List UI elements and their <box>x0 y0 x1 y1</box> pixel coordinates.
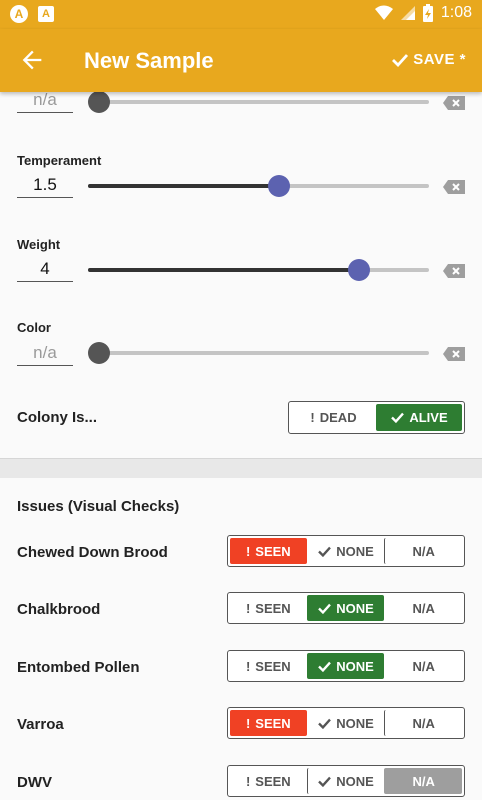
weight-slider-thumb[interactable] <box>348 259 371 281</box>
slider-value[interactable]: n/a <box>17 92 73 113</box>
na-option[interactable]: N/A <box>384 710 462 736</box>
none-label: NONE <box>336 658 374 674</box>
issue-toggle[interactable]: ! SEEN NONE N/A <box>227 535 465 567</box>
exclamation-icon: ! <box>245 543 251 559</box>
na-option[interactable]: N/A <box>384 538 462 564</box>
check-icon <box>392 53 409 67</box>
issues-title: Issues (Visual Checks) <box>17 498 180 515</box>
na-label: N/A <box>412 715 435 731</box>
na-label: N/A <box>412 773 435 789</box>
issue-label: DWV <box>17 774 52 791</box>
cell-signal-icon <box>400 6 415 20</box>
slider-track[interactable] <box>88 92 429 113</box>
none-label: NONE <box>336 600 374 616</box>
measurements-section: n/a Temperament 1.5 Weight 4 Color n/a C… <box>0 92 482 458</box>
seen-option[interactable]: ! SEEN <box>230 710 307 736</box>
app-bar: New Sample SAVE * <box>0 29 482 92</box>
temperament-slider-track[interactable] <box>88 175 429 197</box>
colony-dead-label: DEAD <box>319 410 357 425</box>
section-divider <box>0 458 482 478</box>
page-title: New Sample <box>84 48 214 73</box>
issue-toggle[interactable]: ! SEEN NONE N/A <box>227 592 465 624</box>
clear-icon[interactable] <box>443 96 465 110</box>
clear-icon[interactable] <box>443 264 465 278</box>
seen-option[interactable]: ! SEEN <box>230 595 307 621</box>
exclamation-icon: ! <box>245 600 251 616</box>
issue-label: Entombed Pollen <box>17 659 140 676</box>
color-label: Color <box>17 320 51 335</box>
na-option[interactable]: N/A <box>384 653 462 679</box>
temperament-value[interactable]: 1.5 <box>17 174 73 198</box>
issue-toggle[interactable]: ! SEEN NONE N/A <box>227 765 465 797</box>
seen-option[interactable]: ! SEEN <box>230 653 307 679</box>
exclamation-icon: ! <box>245 773 251 789</box>
colony-alive-label: ALIVE <box>409 410 448 425</box>
none-option[interactable]: NONE <box>307 710 385 736</box>
temperament-slider-fill <box>88 184 279 188</box>
status-left-icons: A A <box>10 5 54 23</box>
na-label: N/A <box>412 543 435 559</box>
arrow-back-icon[interactable] <box>18 46 46 74</box>
battery-charging-icon <box>422 4 433 22</box>
colony-label: Colony Is... <box>17 409 98 426</box>
check-icon <box>318 546 332 557</box>
colony-dead-option[interactable]: ! DEAD <box>291 404 376 431</box>
check-icon <box>318 776 332 787</box>
seen-label: SEEN <box>255 715 291 731</box>
wifi-icon <box>374 5 393 20</box>
none-option[interactable]: NONE <box>307 538 385 564</box>
issue-toggle[interactable]: ! SEEN NONE N/A <box>227 707 465 739</box>
status-right-icons: 1:08 <box>374 4 472 22</box>
none-label: NONE <box>336 543 374 559</box>
exclamation-icon: ! <box>245 658 251 674</box>
none-option[interactable]: NONE <box>306 653 385 679</box>
na-option[interactable]: N/A <box>384 768 463 794</box>
check-icon <box>318 718 332 729</box>
status-bar: A A 1:08 <box>0 0 482 29</box>
status-time: 1:08 <box>440 4 472 21</box>
weight-slider-track[interactable] <box>88 259 429 281</box>
seen-label: SEEN <box>255 658 291 674</box>
issue-label: Chewed Down Brood <box>17 544 168 561</box>
save-button-label: SAVE * <box>413 51 466 68</box>
save-button[interactable]: SAVE * <box>392 51 466 68</box>
colony-alive-option[interactable]: ALIVE <box>376 404 462 431</box>
temperament-label: Temperament <box>17 153 102 168</box>
none-option[interactable]: NONE <box>306 768 385 794</box>
colony-status-toggle[interactable]: ! DEAD ALIVE <box>288 401 465 434</box>
check-icon <box>318 603 332 614</box>
weight-label: Weight <box>17 237 61 252</box>
seen-label: SEEN <box>255 773 291 789</box>
temperament-slider-thumb[interactable] <box>267 175 290 197</box>
issue-toggle[interactable]: ! SEEN NONE N/A <box>227 650 465 682</box>
seen-option[interactable]: ! SEEN <box>230 768 307 794</box>
weight-value[interactable]: 4 <box>17 258 73 282</box>
issue-label: Chalkbrood <box>17 601 101 618</box>
app-notification-icon: A <box>10 5 28 23</box>
none-label: NONE <box>336 773 374 789</box>
issues-section: Issues (Visual Checks) Chewed Down Brood… <box>0 478 482 800</box>
seen-option[interactable]: ! SEEN <box>230 538 307 564</box>
slider-thumb[interactable] <box>88 92 110 113</box>
na-option[interactable]: N/A <box>384 595 462 621</box>
clear-icon[interactable] <box>443 347 465 361</box>
seen-label: SEEN <box>255 543 291 559</box>
exclamation-icon: ! <box>310 410 315 425</box>
color-slider-thumb[interactable] <box>88 342 110 364</box>
check-icon <box>391 412 405 423</box>
color-slider-track[interactable] <box>88 342 429 364</box>
exclamation-icon: ! <box>245 715 251 731</box>
weight-slider-fill <box>88 268 360 272</box>
clear-icon[interactable] <box>443 180 465 194</box>
na-label: N/A <box>412 600 435 616</box>
none-option[interactable]: NONE <box>306 595 385 621</box>
none-label: NONE <box>336 715 374 731</box>
seen-label: SEEN <box>255 600 291 616</box>
accessibility-icon: A <box>38 6 54 22</box>
color-value[interactable]: n/a <box>17 342 73 366</box>
na-label: N/A <box>412 658 435 674</box>
issue-label: Varroa <box>17 716 64 733</box>
check-icon <box>318 661 332 672</box>
